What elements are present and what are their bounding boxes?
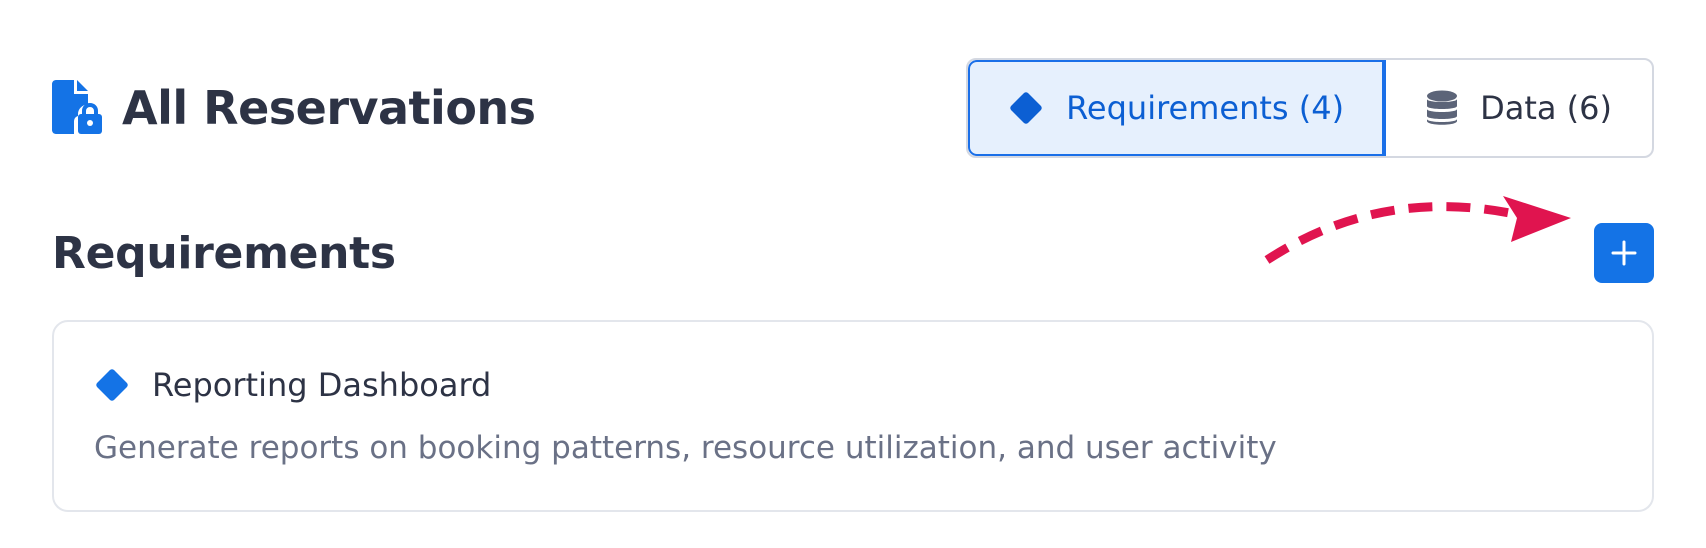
tab-requirements[interactable]: Requirements (4)	[968, 60, 1387, 156]
section-title: Requirements	[52, 227, 396, 279]
diamond-icon	[1008, 90, 1044, 126]
title-wrap: All Reservations	[52, 80, 536, 136]
requirement-title: Reporting Dashboard	[152, 366, 492, 404]
requirement-card[interactable]: Reporting Dashboard Generate reports on …	[52, 320, 1654, 512]
view-tabs: Requirements (4) Data (6)	[966, 58, 1654, 158]
plus-icon	[1611, 240, 1637, 266]
file-lock-icon	[52, 80, 102, 134]
page-title: All Reservations	[122, 81, 536, 135]
tab-data[interactable]: Data (6)	[1386, 60, 1652, 156]
diamond-icon	[96, 369, 128, 401]
page: All Reservations Requirements (4) Data (…	[0, 0, 1706, 548]
section-header: Requirements	[52, 218, 1654, 288]
database-icon	[1426, 90, 1458, 126]
add-requirement-button[interactable]	[1594, 223, 1654, 283]
requirement-card-header: Reporting Dashboard	[94, 366, 491, 404]
header: All Reservations Requirements (4) Data (…	[52, 58, 1654, 158]
requirement-description: Generate reports on booking patterns, re…	[94, 430, 1277, 466]
tab-data-label: Data (6)	[1480, 89, 1612, 127]
tab-requirements-label: Requirements (4)	[1066, 89, 1345, 127]
